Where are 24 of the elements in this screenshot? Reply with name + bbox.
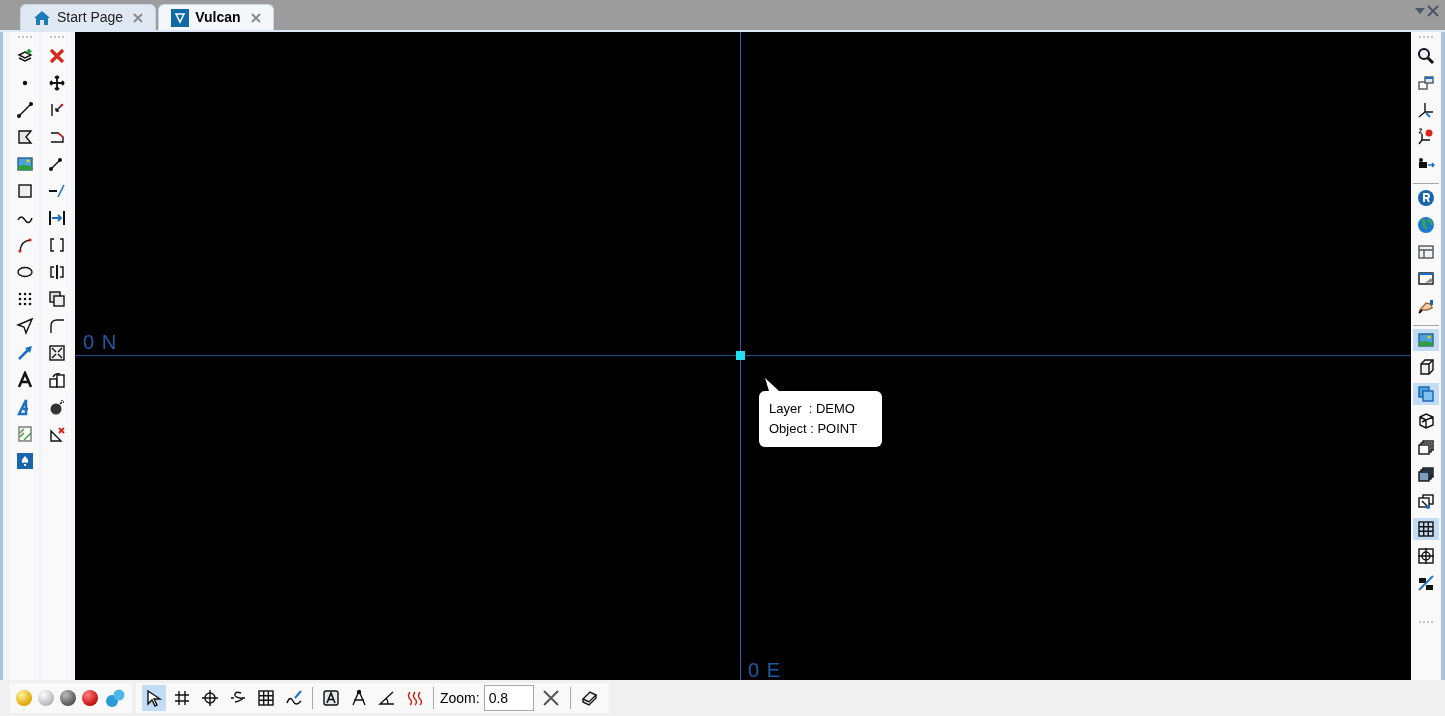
fit-view-icon[interactable] — [46, 342, 68, 364]
triangle-logo-icon — [171, 8, 190, 27]
home-icon — [33, 8, 51, 27]
zoom-input[interactable]: 0.8 — [483, 685, 534, 711]
axis-label: 0 E — [748, 658, 782, 680]
point-marker[interactable] — [736, 351, 745, 360]
document-tab[interactable]: Vulcan — [158, 4, 274, 30]
copy-icon[interactable] — [46, 288, 68, 310]
close-icon[interactable] — [250, 12, 261, 23]
axis-label: 0 N — [83, 332, 118, 352]
stacked-squares-icon[interactable] — [1413, 383, 1439, 405]
tooltip-text: Object : POINT — [769, 420, 859, 438]
zoom-label: Zoom: — [440, 688, 480, 708]
dropdown-icon[interactable] — [1415, 8, 1425, 14]
image-icon[interactable] — [1413, 329, 1439, 351]
tooltip-pointer-icon — [765, 378, 779, 392]
grid-icon[interactable] — [1413, 518, 1439, 540]
spheres-icon[interactable] — [104, 688, 126, 708]
tooltip-text: Layer : DEMO — [769, 400, 856, 418]
document-tab[interactable]: Start Page — [20, 4, 157, 30]
cursor-arrow-icon[interactable] — [14, 315, 36, 337]
drawing-canvas[interactable]: 0 N Layer : DEMO Object : POINT 0 E — [75, 32, 1411, 680]
spade-icon[interactable] — [14, 450, 36, 472]
line-icon[interactable] — [14, 99, 36, 121]
